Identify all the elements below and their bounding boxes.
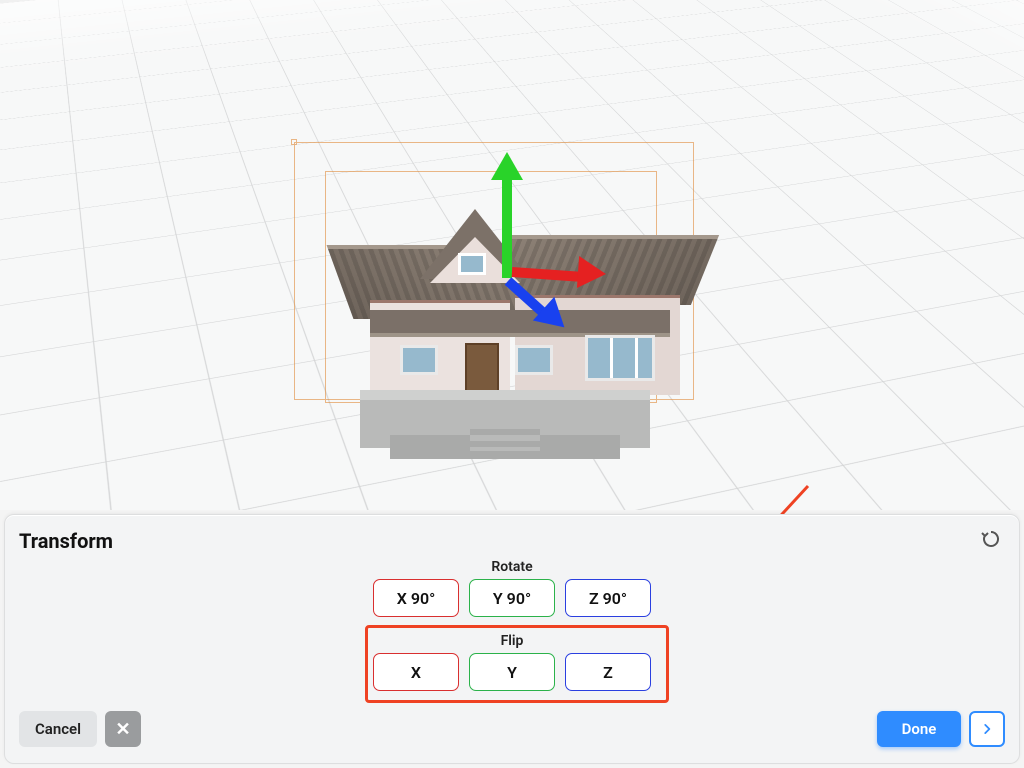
- done-button[interactable]: Done: [877, 711, 961, 747]
- panel-title: Transform: [19, 529, 113, 553]
- next-button[interactable]: [969, 711, 1005, 747]
- chevron-right-icon: [980, 722, 994, 736]
- flip-z-button[interactable]: Z: [565, 653, 651, 691]
- rotate-z-button[interactable]: Z 90°: [565, 579, 651, 617]
- rotate-y-button[interactable]: Y 90°: [469, 579, 555, 617]
- cancel-button[interactable]: Cancel: [19, 711, 97, 747]
- transform-panel: Transform Rotate X 90° Y 90° Z 90° Flip …: [4, 514, 1020, 764]
- viewport-3d[interactable]: [0, 0, 1024, 510]
- flip-y-button[interactable]: Y: [469, 653, 555, 691]
- flip-label: Flip: [5, 633, 1019, 649]
- rotate-label: Rotate: [5, 559, 1019, 575]
- close-button[interactable]: ✕: [105, 711, 141, 747]
- flip-x-button[interactable]: X: [373, 653, 459, 691]
- rotate-row: X 90° Y 90° Z 90°: [5, 579, 1019, 617]
- grid-floor: [0, 0, 1024, 510]
- undo-button[interactable]: [977, 525, 1005, 553]
- panel-footer: Cancel ✕ Done: [5, 711, 1019, 751]
- flip-row: X Y Z: [5, 653, 1019, 691]
- undo-icon: [979, 527, 1003, 551]
- rotate-x-button[interactable]: X 90°: [373, 579, 459, 617]
